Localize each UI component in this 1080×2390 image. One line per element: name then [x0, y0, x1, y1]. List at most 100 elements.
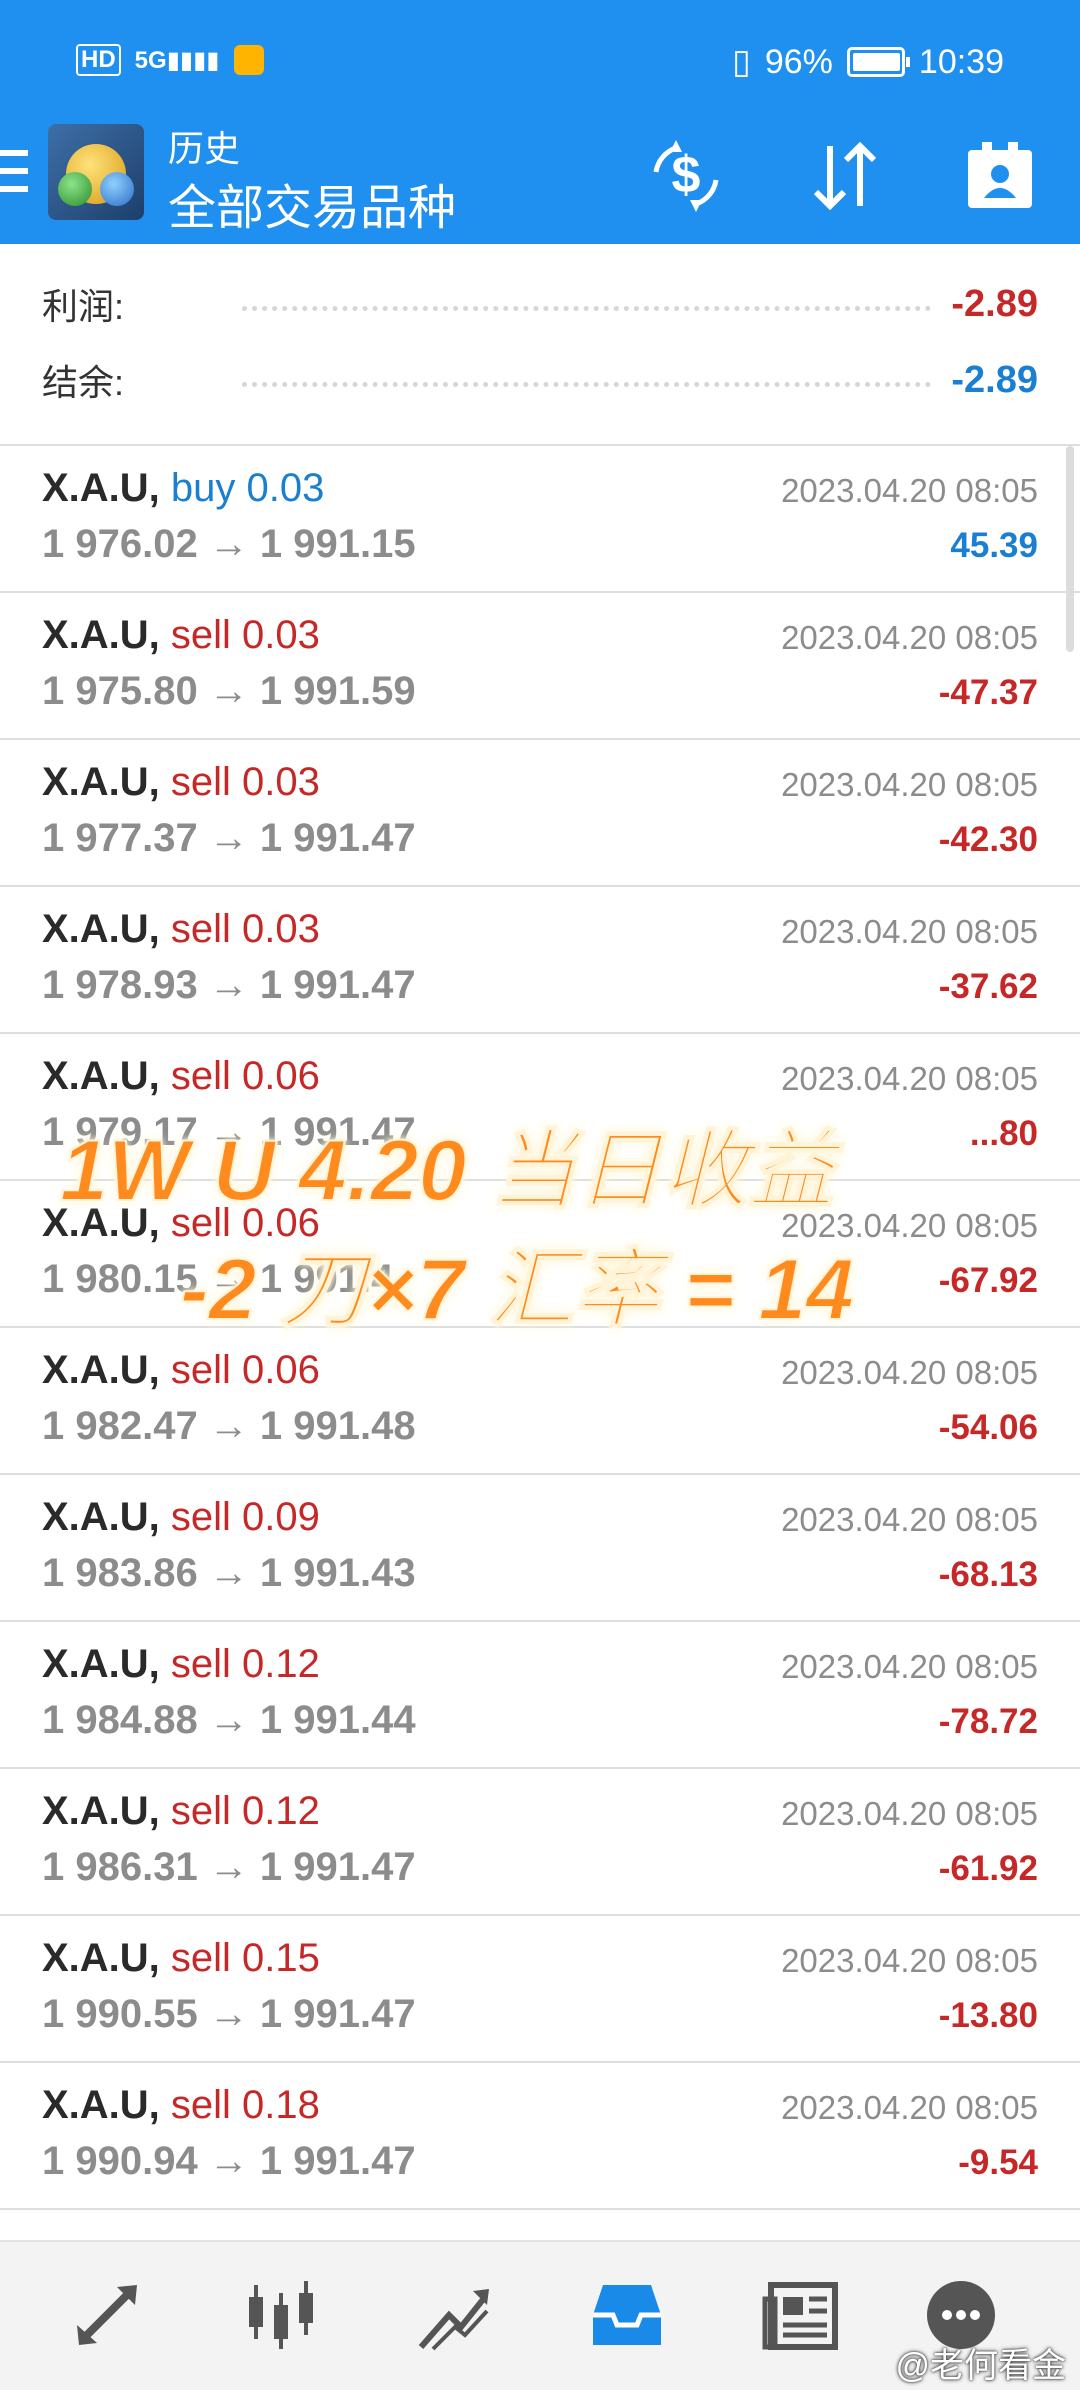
- deal-prices: 1 982.47 → 1 991.48: [42, 1404, 416, 1448]
- deal-symbol: X.A.U,: [42, 1789, 160, 1833]
- deal-profit: -47.37: [938, 673, 1038, 712]
- hd-icon: HD: [76, 44, 121, 76]
- balance-value: -2.89: [951, 358, 1038, 401]
- status-left: HD 5G▮▮▮▮: [76, 44, 264, 76]
- deal-time: 2023.04.20 08:05: [781, 2089, 1038, 2126]
- sort-icon[interactable]: [804, 136, 884, 216]
- list-item[interactable]: X.A.U, sell 0.03 1 978.93 → 1 991.47 202…: [0, 887, 1080, 1034]
- deal-symbol: X.A.U,: [42, 2083, 160, 2127]
- deal-type: buy 0.03: [170, 466, 325, 510]
- deal-type: sell 0.03: [170, 760, 320, 804]
- profit-row: 利润: -2.89: [42, 274, 1038, 334]
- list-item[interactable]: X.A.U, sell 0.18 1 990.94 → 1 991.47 202…: [0, 2063, 1080, 2210]
- news-icon[interactable]: [756, 2270, 846, 2360]
- deal-type: sell 0.09: [170, 1495, 320, 1539]
- account-icon[interactable]: [960, 136, 1040, 216]
- deal-type: sell 0.12: [170, 1789, 320, 1833]
- deal-prices: 1 986.31 → 1 991.47: [42, 1845, 416, 1889]
- deal-symbol: X.A.U,: [42, 613, 160, 657]
- watermark: @老何看金: [895, 2347, 1066, 2385]
- currency-exchange-icon[interactable]: $: [646, 136, 726, 216]
- deal-time: 2023.04.20 08:05: [781, 1207, 1038, 1244]
- deal-prices: 1 977.37 → 1 991.47: [42, 816, 416, 860]
- deal-prices: 1 980.15 → 1 991.4: [42, 1257, 394, 1301]
- deal-time: 2023.04.20 08:05: [781, 1501, 1038, 1538]
- deals-list[interactable]: X.A.U, buy 0.03 1 976.02 → 1 991.15 2023…: [0, 446, 1080, 2210]
- list-item[interactable]: X.A.U, sell 0.12 1 986.31 → 1 991.47 202…: [0, 1769, 1080, 1916]
- deal-type: sell 0.06: [170, 1054, 320, 1098]
- deal-type: sell 0.06: [170, 1201, 320, 1245]
- list-item[interactable]: X.A.U, sell 0.06 1 982.47 → 1 991.48 202…: [0, 1328, 1080, 1475]
- deal-time: 2023.04.20 08:05: [781, 1942, 1038, 1979]
- deal-type: sell 0.03: [170, 613, 320, 657]
- deal-time: 2023.04.20 08:05: [781, 766, 1038, 803]
- deal-profit: -37.62: [938, 967, 1038, 1006]
- deal-symbol: X.A.U,: [42, 907, 160, 951]
- dotted-leader: [242, 381, 932, 387]
- app-logo-icon: [48, 124, 144, 220]
- deal-profit: -9.54: [958, 2143, 1038, 2182]
- list-item[interactable]: X.A.U, sell 0.06 1 979.17 → 1 991.47 202…: [0, 1034, 1080, 1181]
- deal-time: 2023.04.20 08:05: [781, 1354, 1038, 1391]
- battery-icon: [846, 47, 910, 77]
- svg-text:$: $: [672, 146, 701, 204]
- list-item[interactable]: X.A.U, sell 0.15 1 990.55 → 1 991.47 202…: [0, 1916, 1080, 2063]
- deal-type: sell 0.06: [170, 1348, 320, 1392]
- deal-type: sell 0.12: [170, 1642, 320, 1686]
- menu-icon[interactable]: [0, 150, 28, 204]
- profit-value: -2.89: [951, 282, 1038, 325]
- scrollbar[interactable]: [1066, 446, 1074, 652]
- signal-icon: 5G▮▮▮▮: [134, 46, 220, 74]
- deal-prices: 1 979.17 → 1 991.47: [42, 1110, 416, 1154]
- deal-prices: 1 975.80 → 1 991.59: [42, 669, 416, 713]
- deal-time: 2023.04.20 08:05: [781, 472, 1038, 509]
- deal-profit: ...80: [969, 1114, 1038, 1153]
- list-item[interactable]: X.A.U, buy 0.03 1 976.02 → 1 991.15 2023…: [0, 446, 1080, 593]
- deal-type: sell 0.15: [170, 1936, 320, 1980]
- deal-profit: -68.13: [938, 1555, 1038, 1594]
- deal-symbol: X.A.U,: [42, 1936, 160, 1980]
- profit-label: 利润:: [42, 286, 125, 327]
- deal-symbol: X.A.U,: [42, 1054, 160, 1098]
- list-item[interactable]: X.A.U, sell 0.03 1 975.80 → 1 991.59 202…: [0, 593, 1080, 740]
- deal-time: 2023.04.20 08:05: [781, 619, 1038, 656]
- deal-prices: 1 990.55 → 1 991.47: [42, 1992, 416, 2036]
- deal-symbol: X.A.U,: [42, 1201, 160, 1245]
- deal-prices: 1 978.93 → 1 991.47: [42, 963, 416, 1007]
- deal-time: 2023.04.20 08:05: [781, 1795, 1038, 1832]
- list-item[interactable]: X.A.U, sell 0.09 1 983.86 → 1 991.43 202…: [0, 1475, 1080, 1622]
- list-item[interactable]: X.A.U, sell 0.03 1 977.37 → 1 991.47 202…: [0, 740, 1080, 887]
- deal-profit: -42.30: [938, 820, 1038, 859]
- vibrate-icon: ▯: [732, 43, 751, 81]
- header-title[interactable]: 全部交易品种: [168, 168, 456, 238]
- status-bar: HD 5G▮▮▮▮ ▯ 96% 10:39: [0, 0, 1080, 116]
- deal-symbol: X.A.U,: [42, 1642, 160, 1686]
- deal-symbol: X.A.U,: [42, 1495, 160, 1539]
- quotes-icon[interactable]: [62, 2270, 152, 2360]
- deal-symbol: X.A.U,: [42, 1348, 160, 1392]
- chart-icon[interactable]: [236, 2270, 326, 2360]
- summary-panel: 利润: -2.89 结余: -2.89: [0, 244, 1080, 444]
- deal-prices: 1 983.86 → 1 991.43: [42, 1551, 416, 1595]
- trade-icon[interactable]: [408, 2270, 498, 2360]
- header-subtitle: 历史: [168, 128, 241, 169]
- deal-prices: 1 976.02 → 1 991.15: [42, 522, 416, 566]
- deal-time: 2023.04.20 08:05: [781, 913, 1038, 950]
- app-bar: 历史 全部交易品种 $: [0, 116, 1080, 244]
- deal-prices: 1 990.94 → 1 991.47: [42, 2139, 416, 2183]
- list-item[interactable]: X.A.U, sell 0.06 1 980.15 → 1 991.4 2023…: [0, 1181, 1080, 1328]
- deal-profit: -13.80: [938, 1996, 1038, 2035]
- deal-profit: -78.72: [938, 1702, 1038, 1741]
- battery-percent: 96%: [764, 42, 833, 81]
- deal-time: 2023.04.20 08:05: [781, 1648, 1038, 1685]
- deal-profit: -54.06: [938, 1408, 1038, 1447]
- deal-profit: 45.39: [950, 526, 1038, 565]
- dotted-leader: [242, 305, 932, 311]
- history-icon[interactable]: [582, 2270, 672, 2360]
- deal-profit: -67.92: [938, 1261, 1038, 1300]
- list-item[interactable]: X.A.U, sell 0.12 1 984.88 → 1 991.44 202…: [0, 1622, 1080, 1769]
- deal-symbol: X.A.U,: [42, 466, 160, 510]
- weibo-icon: [233, 45, 264, 75]
- deal-time: 2023.04.20 08:05: [781, 1060, 1038, 1097]
- balance-row: 结余: -2.89: [42, 350, 1038, 410]
